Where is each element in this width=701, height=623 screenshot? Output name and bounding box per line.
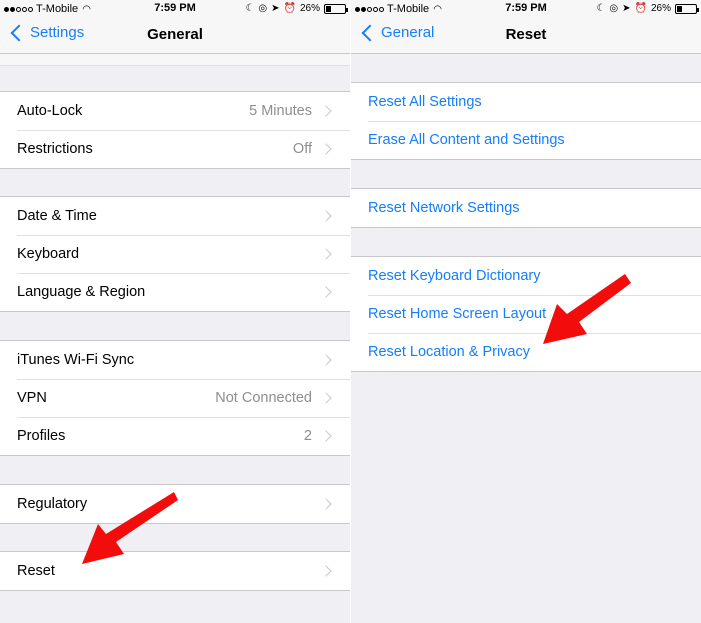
chevron-right-icon bbox=[320, 248, 332, 260]
reset-group: Reset All Settings Erase All Content and… bbox=[351, 82, 701, 160]
alarm-icon: ⏰ bbox=[634, 3, 647, 14]
status-bar: T-Mobile ◠ 7:59 PM ☾ ◎ ➤ ⏰ 26% bbox=[351, 0, 701, 17]
settings-group: Reset bbox=[0, 551, 350, 591]
settings-group: iTunes Wi-Fi Sync VPN Not Connected Prof… bbox=[0, 340, 350, 456]
lock-rotation-icon: ◎ bbox=[609, 3, 619, 14]
settings-row-auto-lock[interactable]: Auto-Lock 5 Minutes bbox=[0, 92, 350, 130]
settings-group: Date & Time Keyboard Language & Region bbox=[0, 196, 350, 312]
settings-row-keyboard[interactable]: Keyboard bbox=[0, 235, 350, 273]
battery-percent: 26% bbox=[650, 3, 671, 14]
settings-row-restrictions[interactable]: Restrictions Off bbox=[0, 130, 350, 168]
chevron-right-icon bbox=[320, 143, 332, 155]
chevron-right-icon bbox=[320, 498, 332, 510]
location-icon: ➤ bbox=[271, 3, 280, 14]
moon-icon: ☾ bbox=[245, 3, 255, 14]
page-title: Reset bbox=[505, 26, 547, 43]
reset-settings-screen: T-Mobile ◠ 7:59 PM ☾ ◎ ➤ ⏰ 26% General R… bbox=[351, 0, 701, 623]
settings-group: Auto-Lock 5 Minutes Restrictions Off bbox=[0, 91, 350, 169]
location-icon: ➤ bbox=[622, 3, 631, 14]
chevron-right-icon bbox=[320, 354, 332, 366]
lock-rotation-icon: ◎ bbox=[258, 3, 268, 14]
reset-group: Reset Network Settings bbox=[351, 188, 701, 228]
alarm-icon: ⏰ bbox=[283, 3, 296, 14]
settings-row-regulatory[interactable]: Regulatory bbox=[0, 485, 350, 523]
chevron-right-icon bbox=[320, 565, 332, 577]
reset-all-settings-button[interactable]: Reset All Settings bbox=[351, 83, 701, 121]
settings-row-reset[interactable]: Reset bbox=[0, 552, 350, 590]
general-settings-screen: T-Mobile ◠ 7:59 PM ☾ ◎ ➤ ⏰ 26% Settings … bbox=[0, 0, 350, 623]
settings-row-itunes-wifi-sync[interactable]: iTunes Wi-Fi Sync bbox=[0, 341, 350, 379]
reset-location-privacy-button[interactable]: Reset Location & Privacy bbox=[351, 333, 701, 371]
battery-icon bbox=[324, 3, 348, 14]
reset-keyboard-dictionary-button[interactable]: Reset Keyboard Dictionary bbox=[351, 257, 701, 295]
settings-row-profiles[interactable]: Profiles 2 bbox=[0, 417, 350, 455]
erase-all-content-button[interactable]: Erase All Content and Settings bbox=[351, 121, 701, 159]
chevron-right-icon bbox=[320, 430, 332, 442]
page-title: General bbox=[147, 26, 203, 43]
settings-row-date-time[interactable]: Date & Time bbox=[0, 197, 350, 235]
battery-icon bbox=[675, 3, 699, 14]
header-band bbox=[0, 54, 350, 66]
moon-icon: ☾ bbox=[596, 3, 606, 14]
navigation-bar: Settings General bbox=[0, 17, 350, 54]
navigation-bar: General Reset bbox=[351, 17, 701, 54]
battery-percent: 26% bbox=[299, 3, 320, 14]
reset-network-settings-button[interactable]: Reset Network Settings bbox=[351, 189, 701, 227]
settings-group: Regulatory bbox=[0, 484, 350, 524]
chevron-right-icon bbox=[320, 286, 332, 298]
reset-group: Reset Keyboard Dictionary Reset Home Scr… bbox=[351, 256, 701, 372]
chevron-right-icon bbox=[320, 392, 332, 404]
chevron-right-icon bbox=[320, 105, 332, 117]
chevron-right-icon bbox=[320, 210, 332, 222]
reset-home-screen-layout-button[interactable]: Reset Home Screen Layout bbox=[351, 295, 701, 333]
settings-row-language-region[interactable]: Language & Region bbox=[0, 273, 350, 311]
settings-row-vpn[interactable]: VPN Not Connected bbox=[0, 379, 350, 417]
status-bar: T-Mobile ◠ 7:59 PM ☾ ◎ ➤ ⏰ 26% bbox=[0, 0, 350, 17]
